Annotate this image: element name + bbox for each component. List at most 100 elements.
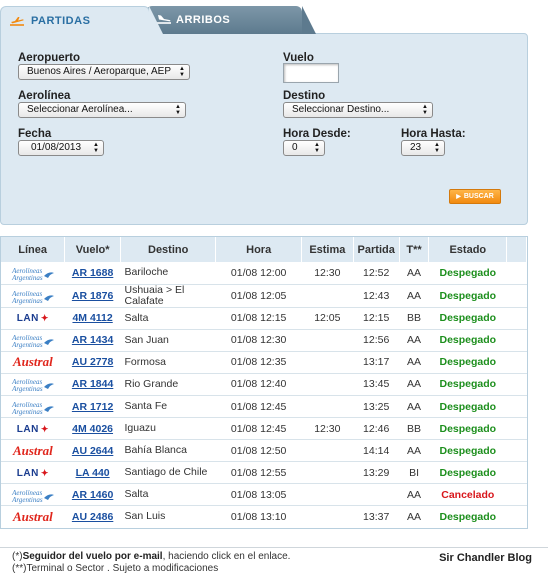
hour-to-label: Hora Hasta: <box>401 128 466 140</box>
destination-cell: Santa Fe <box>124 400 168 413</box>
airline-logo-cell: Aerolíneas Argentinas <box>1 329 65 351</box>
table-row: Aerolíneas Argentinas AR 1434 San Juan 01/08… <box>1 329 527 352</box>
terminal-cell: AA <box>407 266 422 279</box>
time-cell: 01/08 12:40 <box>230 378 287 391</box>
tab-arrivals[interactable]: ARRIBOS <box>146 6 316 34</box>
row-spacer <box>507 329 527 351</box>
condor-icon <box>43 383 54 390</box>
flight-tracker-link[interactable]: AR 1688 <box>72 267 113 279</box>
airline-logo-cell: Aerolíneas Argentinas <box>1 262 65 284</box>
flight-tracker-link[interactable]: 4M 4026 <box>72 423 113 435</box>
destination-label: Destino <box>283 90 326 102</box>
condor-icon <box>43 405 54 412</box>
select-arrows-icon: ▲ ▼ <box>175 104 181 116</box>
flight-tracker-link[interactable]: AR 1712 <box>72 401 113 413</box>
flight-tracker-link[interactable]: AU 2644 <box>72 445 113 457</box>
time-cell: 01/08 13:10 <box>230 510 287 523</box>
time-cell: 01/08 12:15 <box>230 312 287 325</box>
flight-input[interactable] <box>283 63 339 83</box>
logo-text-line2: Argentinas <box>12 341 43 350</box>
flight-number-cell: AR 1688 <box>65 262 121 284</box>
destination-cell: Iguazu <box>124 422 157 435</box>
time-cell: 01/08 12:45 <box>230 422 287 435</box>
flight-tracker-link[interactable]: 4M 4112 <box>72 312 112 324</box>
flight-number-cell: AR 1876 <box>65 284 121 307</box>
header-estimated: Estima <box>301 237 354 262</box>
flight-tracker-link[interactable]: AU 2778 <box>72 356 113 368</box>
terminal-cell: BB <box>407 422 422 435</box>
table-row: Aerolíneas Argentinas AR 1460 Salta 01/08 13… <box>1 484 527 506</box>
flight-tracker-link[interactable]: LA 440 <box>76 467 110 479</box>
header-destination: Destino <box>120 237 217 262</box>
search-panel: Aeropuerto Buenos Aires / Aeroparque, AE… <box>0 33 528 225</box>
flight-tracker-link[interactable]: AU 2486 <box>72 511 113 523</box>
flight-tracker-link[interactable]: AR 1876 <box>72 290 113 302</box>
departure-time-cell: 13:45 <box>363 378 390 391</box>
time-cell: 01/08 13:05 <box>230 488 287 501</box>
hour-from-select[interactable]: 0 ▲ ▼ <box>283 140 325 156</box>
table-row: LAN ✦ LA 440 Santiago de Chile 01/08 12:55 13… <box>1 462 527 484</box>
flight-tracker-link[interactable]: AR 1460 <box>72 489 113 501</box>
row-spacer <box>507 351 527 373</box>
select-arrows-icon: ▲ ▼ <box>93 142 99 154</box>
airport-select-value: Buenos Aires / Aeroparque, AEP <box>27 66 171 77</box>
table-row: LAN ✦ 4M 4026 Iguazu 01/08 12:45 12:30 12:46 BB… <box>1 418 527 440</box>
airline-select[interactable]: Seleccionar Aerolínea... ▲ ▼ <box>18 102 186 118</box>
play-icon: ▶ <box>456 194 461 200</box>
flight-tracker-link[interactable]: AR 1434 <box>72 334 113 346</box>
status-cell: Despegado <box>439 266 497 279</box>
row-spacer <box>507 284 527 307</box>
flight-number-cell: 4M 4112 <box>65 307 121 329</box>
airline-logo-cell: Aerolíneas Argentinas <box>1 373 65 395</box>
lan-logo-text: LAN <box>16 423 39 435</box>
departure-time-cell: 12:46 <box>363 422 390 435</box>
row-spacer <box>507 418 527 440</box>
row-spacer <box>507 440 527 462</box>
destination-cell: Bahía Blanca <box>124 444 187 457</box>
terminal-cell: AA <box>407 378 422 391</box>
destination-select[interactable]: Seleccionar Destino... ▲ ▼ <box>283 102 433 118</box>
header-spacer <box>506 237 527 262</box>
flight-number-cell: 4M 4026 <box>65 418 121 440</box>
footer-note1-bold: Seguidor del vuelo por e-mail <box>22 551 163 562</box>
lan-logo-text: LAN <box>16 467 39 479</box>
flight-number-cell: AU 2778 <box>65 351 121 373</box>
table-row: LAN ✦ 4M 4112 Salta 01/08 12:15 12:05 12:15 BB D… <box>1 307 527 330</box>
tab-departures[interactable]: PARTIDAS <box>0 6 163 34</box>
estimated-time-cell <box>301 462 353 484</box>
departure-time-cell: 13:25 <box>363 400 390 413</box>
logo-text-line2: Argentinas <box>12 296 43 305</box>
departure-time-cell: 13:29 <box>363 466 390 479</box>
date-label: Fecha <box>18 128 52 140</box>
hour-to-select[interactable]: 23 ▲ ▼ <box>401 140 445 156</box>
destination-cell: Salta <box>124 488 149 501</box>
date-select-value: 01/08/2013 <box>31 142 82 153</box>
airline-logo-cell: Aerolíneas Argentinas <box>1 395 65 417</box>
star-icon: ✦ <box>40 467 49 478</box>
lan-logo-text: LAN <box>16 313 39 325</box>
flight-tracker-link[interactable]: AR 1844 <box>72 378 113 390</box>
select-arrows-icon: ▲ ▼ <box>422 104 428 116</box>
terminal-cell: AA <box>407 444 422 457</box>
aerolineas-argentinas-logo: Aerolíneas Argentinas <box>12 290 54 305</box>
condor-icon <box>43 339 54 346</box>
terminal-cell: BB <box>407 312 422 325</box>
airline-logo-cell: Aerolíneas Argentinas <box>1 284 65 307</box>
austral-logo: Austral <box>12 508 53 524</box>
departure-time-cell: 12:43 <box>363 289 390 302</box>
hour-from-value: 0 <box>292 142 298 153</box>
status-cell: Despegado <box>439 466 497 479</box>
status-cell: Despegado <box>439 422 497 435</box>
flight-number-cell: AU 2644 <box>65 440 121 462</box>
row-spacer <box>507 462 527 484</box>
aerolineas-argentinas-logo: Aerolíneas Argentinas <box>12 335 54 350</box>
date-select[interactable]: 01/08/2013 ▲ ▼ <box>18 140 104 156</box>
airport-select[interactable]: Buenos Aires / Aeroparque, AEP ▲ ▼ <box>18 64 190 80</box>
estimated-time-cell <box>301 440 353 462</box>
search-button[interactable]: ▶ BUSCAR <box>449 189 501 204</box>
airline-logo-cell: Aerolíneas Argentinas <box>1 484 65 506</box>
select-arrows-icon: ▲ ▼ <box>314 142 320 154</box>
tab-bar: PARTIDAS ARRIBOS <box>0 6 548 34</box>
destination-cell: San Luis <box>124 510 166 523</box>
table-row: Aerolíneas Argentinas AR 1876 Ushuaia > El … <box>1 284 527 308</box>
